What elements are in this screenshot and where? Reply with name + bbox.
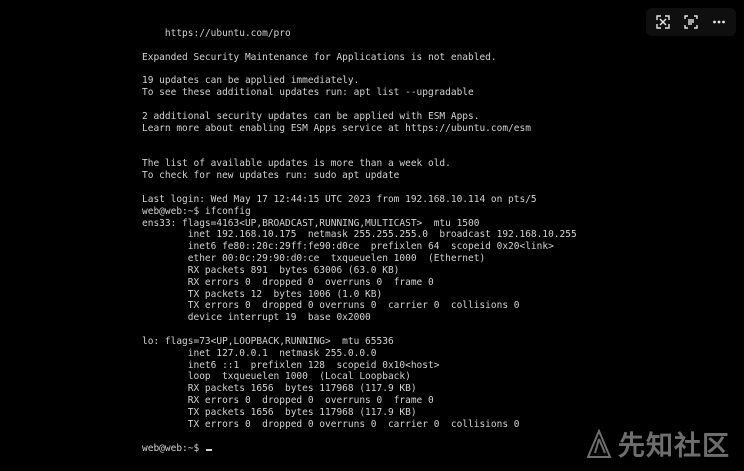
expand-icon — [656, 15, 670, 29]
terminal-line: inet6 ::1 prefixlen 128 scopeid 0x10<hos… — [142, 359, 440, 371]
terminal-line: inet 192.168.10.175 netmask 255.255.255.… — [142, 229, 577, 241]
terminal-line: RX errors 0 dropped 0 overruns 0 frame 0 — [142, 276, 434, 288]
terminal-line: Learn more about enabling ESM Apps servi… — [142, 122, 531, 134]
terminal-line: Expanded Security Maintenance for Applic… — [142, 51, 497, 63]
terminal-output: https://ubuntu.com/pro Expanded Security … — [142, 28, 577, 454]
terminal-line: RX packets 1656 bytes 117968 (117.9 KB) — [142, 383, 417, 395]
terminal-line: https://ubuntu.com/pro — [142, 28, 291, 39]
terminal-line: TX packets 1656 bytes 117968 (117.9 KB) — [142, 407, 417, 418]
terminal-line: TX errors 0 dropped 0 overruns 0 carrier… — [142, 300, 520, 312]
terminal-line: Last login: Wed May 17 12:44:15 UTC 2023… — [142, 193, 537, 205]
watermark: 先知社区 — [586, 424, 730, 463]
more-button[interactable] — [706, 9, 732, 35]
terminal-window[interactable]: https://ubuntu.com/pro Expanded Security … — [0, 0, 744, 471]
watermark-text: 先知社区 — [618, 431, 730, 462]
terminal-line: inet6 fe80::20c:29ff:fe90:d0ce prefixlen… — [142, 241, 554, 253]
terminal-line: TX packets 12 bytes 1006 (1.0 KB) — [142, 288, 383, 300]
terminal-line: web@web:~$ ifconfig — [142, 205, 251, 217]
more-icon — [713, 20, 725, 24]
image-toolbar — [646, 8, 736, 36]
terminal-line: TX errors 0 dropped 0 overruns 0 carrier… — [142, 418, 520, 430]
terminal-line: ether 00:0c:29:90:d0:ce txqueuelen 1000 … — [142, 253, 486, 265]
terminal-line: RX errors 0 dropped 0 overruns 0 frame 0 — [142, 395, 434, 407]
terminal-line: inet 127.0.0.1 netmask 255.0.0.0 — [142, 347, 377, 359]
terminal-line: 19 updates can be applied immediately. — [142, 75, 360, 87]
terminal-line: web@web:~$ — [142, 443, 577, 455]
terminal-cursor — [205, 449, 212, 451]
terminal-line: RX packets 891 bytes 63006 (63.0 KB) — [142, 264, 400, 276]
terminal-line: device interrupt 19 base 0x2000 — [142, 312, 371, 324]
terminal-line: To see these additional updates run: apt… — [142, 87, 474, 99]
expand-button[interactable] — [650, 9, 676, 35]
terminal-line: 2 additional security updates can be app… — [142, 110, 480, 122]
terminal-line: ens33: flags=4163<UP,BROADCAST,RUNNING,M… — [142, 217, 480, 229]
scan-text-button[interactable] — [678, 9, 704, 35]
xianzhi-logo-icon — [586, 428, 612, 458]
terminal-line: lo: flags=73<UP,LOOPBACK,RUNNING> mtu 65… — [142, 335, 394, 347]
scan-text-icon — [684, 15, 698, 29]
terminal-line: To check for new updates run: sudo apt u… — [142, 170, 400, 182]
terminal-line: loop txqueuelen 1000 (Local Loopback) — [142, 371, 411, 383]
terminal-line: The list of available updates is more th… — [142, 158, 451, 170]
